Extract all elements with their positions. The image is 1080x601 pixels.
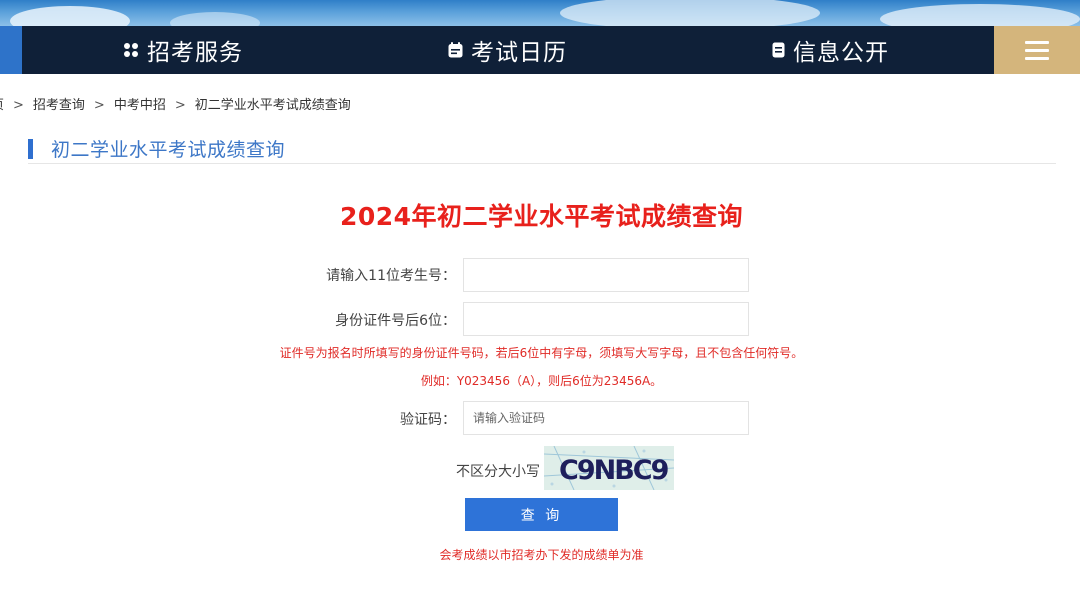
- section-title-bar: [28, 138, 33, 159]
- nav-item-info-disclosure[interactable]: 信息公开: [772, 26, 889, 74]
- captcha-image[interactable]: C9NBC9: [544, 446, 674, 490]
- nav-left-accent: [0, 26, 22, 74]
- nav-item-label: 信息公开: [793, 40, 889, 66]
- score-disclaimer: 会考成绩以市招考办下发的成绩单为准: [439, 548, 644, 562]
- nav-item-label: 考试日历: [471, 40, 567, 66]
- page-title: 2024年初二学业水平考试成绩查询: [339, 202, 744, 231]
- sky-banner: [0, 0, 1080, 26]
- section-divider: [28, 163, 1056, 164]
- id-example-note: 例如：Y023456（A），则后6位为23456A。: [420, 374, 663, 388]
- id-suffix-input[interactable]: [463, 302, 749, 336]
- captcha-text: C9NBC9: [559, 455, 669, 486]
- exam-number-input[interactable]: [463, 258, 749, 292]
- nav-item-exam-calendar[interactable]: 考试日历: [448, 26, 567, 74]
- breadcrumb-home[interactable]: 首页: [0, 94, 4, 113]
- breadcrumb-item-query[interactable]: 招考查询: [33, 98, 85, 113]
- grid-icon: [124, 43, 138, 57]
- menu-button[interactable]: [994, 26, 1080, 74]
- breadcrumb-item-current: 初二学业水平考试成绩查询: [194, 98, 351, 113]
- calendar-icon: [448, 42, 463, 58]
- exam-number-label: 请输入11位考生号：: [326, 268, 456, 284]
- menu-icon: [1025, 36, 1049, 65]
- breadcrumb: 首页>招考查询>中考中招>初二学业水平考试成绩查询: [0, 94, 351, 113]
- section-title: 初二学业水平考试成绩查询: [28, 135, 285, 162]
- captcha-input[interactable]: [463, 401, 749, 435]
- captcha-label: 验证码：: [400, 412, 456, 428]
- section-title-text: 初二学业水平考试成绩查询: [51, 139, 286, 161]
- nav-item-label: 招考服务: [147, 40, 243, 66]
- id-suffix-label: 身份证件号后6位：: [335, 313, 456, 329]
- document-icon: [772, 42, 785, 58]
- case-insensitive-hint: 不区分大小写: [456, 464, 540, 480]
- id-format-note: 证件号为报名时所填写的身份证件号码，若后6位中有字母，须填写大写字母，且不包含任…: [279, 346, 804, 360]
- top-nav: 招考服务 考试日历 信息公开: [0, 26, 1080, 74]
- nav-item-recruit-service[interactable]: 招考服务: [123, 26, 243, 74]
- query-button[interactable]: 查 询: [465, 498, 618, 531]
- breadcrumb-item-zhongkao[interactable]: 中考中招: [114, 98, 166, 113]
